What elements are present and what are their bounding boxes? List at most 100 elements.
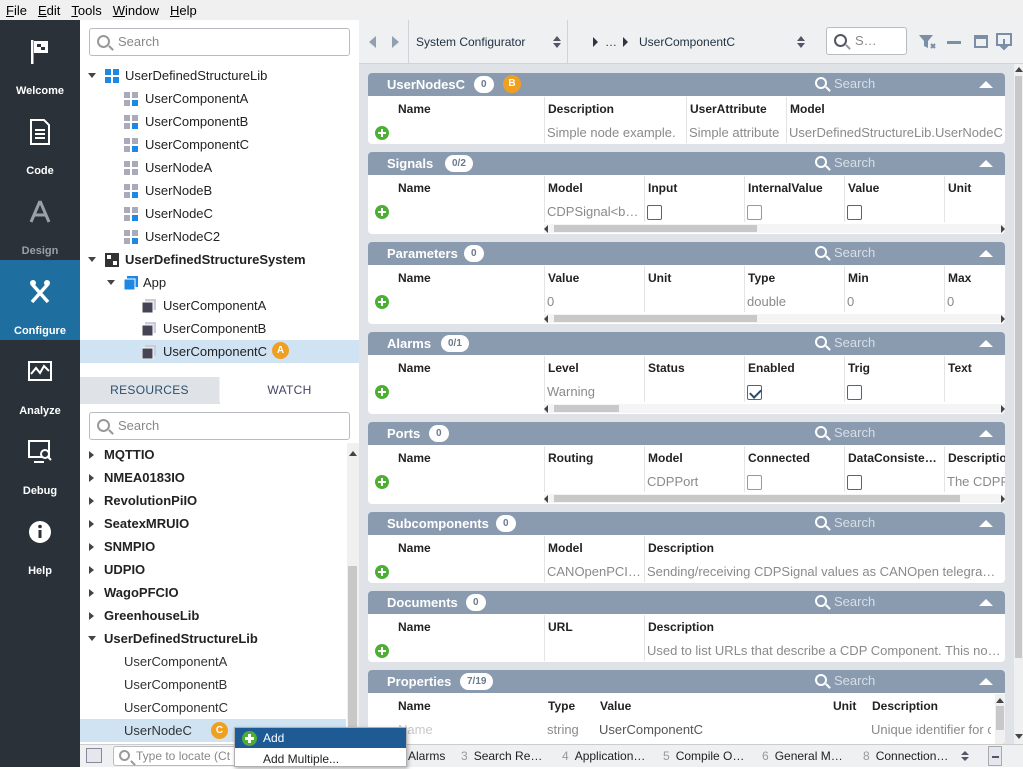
scroll-up-arrow[interactable] (996, 698, 1004, 703)
horizontal-scrollbar[interactable] (544, 224, 1005, 233)
filter-icon[interactable] (919, 34, 937, 50)
cell-max[interactable]: 0 (947, 294, 954, 309)
scroll-right-arrow[interactable] (1001, 495, 1005, 503)
column-header[interactable]: Name (398, 541, 431, 555)
horizontal-scrollbar[interactable] (544, 404, 1005, 413)
column-header[interactable]: Model (548, 541, 583, 555)
tree-item[interactable]: UserNodeC (80, 202, 359, 225)
panel-header[interactable]: Documents 0 Search (368, 591, 1005, 614)
scroll-right-arrow[interactable] (1001, 225, 1005, 233)
column-header[interactable]: Model (790, 102, 825, 116)
nav-configure[interactable]: Configure (0, 260, 80, 340)
value-checkbox[interactable] (847, 205, 862, 220)
panel-search[interactable]: Search (815, 245, 875, 260)
collapse-icon[interactable] (979, 678, 993, 685)
panel-search[interactable]: Search (815, 425, 875, 440)
tree-item[interactable]: UserComponentB (80, 317, 359, 340)
resource-item[interactable]: GreenhouseLib (80, 604, 346, 627)
resource-item[interactable]: WagoPFCIO (80, 581, 346, 604)
resource-item[interactable]: UserComponentB (80, 673, 346, 696)
properties-scrollbar[interactable] (995, 694, 1005, 744)
bottom-tab-application[interactable]: 4 Application… (562, 749, 645, 763)
column-header[interactable]: Input (648, 181, 677, 195)
chevron-down-icon[interactable] (107, 280, 115, 285)
enabled-checkbox[interactable] (747, 385, 762, 400)
collapse-icon[interactable] (979, 81, 993, 88)
chevron-right-icon[interactable] (89, 474, 94, 482)
cell-model[interactable]: CDPSignal<b… (547, 204, 642, 219)
toolbar-search-input[interactable]: S… (826, 27, 907, 55)
cell-description[interactable]: Sending/receiving CDPSignal values as CA… (647, 564, 1002, 579)
scroll-left-arrow[interactable] (544, 315, 548, 323)
chevron-right-icon[interactable] (89, 589, 94, 597)
resource-item[interactable]: UserComponentA (80, 650, 346, 673)
scroll-thumb[interactable] (554, 405, 619, 412)
editor-scrollbar[interactable] (1014, 64, 1023, 744)
column-header[interactable]: Routing (548, 451, 593, 465)
locate-input[interactable]: Type to locate (Ct (113, 746, 243, 766)
chevron-down-icon[interactable] (88, 73, 96, 78)
add-row-button[interactable] (375, 385, 389, 399)
panel-header[interactable]: UserNodesC 0 B Search (368, 73, 1005, 96)
cell-min[interactable]: 0 (847, 294, 854, 309)
column-header[interactable]: Unit (833, 699, 856, 713)
column-header[interactable]: Model (548, 181, 583, 195)
chevron-right-icon[interactable] (89, 566, 94, 574)
tree-item[interactable]: UserComponentC (80, 133, 359, 156)
dataconsistency-checkbox[interactable] (847, 475, 862, 490)
collapse-bottom-button[interactable] (988, 746, 1002, 766)
bottom-tab-search-results[interactable]: 3 Search Re… (461, 749, 542, 763)
column-header[interactable]: DataConsiste… (848, 451, 937, 465)
column-header[interactable]: Min (848, 271, 869, 285)
chevron-right-icon[interactable] (89, 543, 94, 551)
resource-item[interactable]: UDPIO (80, 558, 346, 581)
forward-arrow-icon[interactable] (392, 36, 399, 48)
menu-item-add-multiple[interactable]: Add Multiple... (235, 749, 406, 769)
scroll-up-arrow[interactable] (349, 451, 357, 456)
column-header[interactable]: Name (398, 620, 431, 634)
tree-search-input[interactable]: Search (89, 28, 350, 56)
cell-model[interactable]: CANOpenPCI… (547, 564, 642, 579)
collapse-icon[interactable] (979, 340, 993, 347)
tree-item[interactable]: UserComponentB (80, 110, 359, 133)
nav-help[interactable]: Help (0, 500, 80, 580)
column-header[interactable]: Status (648, 361, 685, 375)
resource-item[interactable]: SNMPIO (80, 535, 346, 558)
cell-description[interactable]: The CDPP (947, 474, 1005, 489)
cell-userattribute[interactable]: Simple attribute (689, 125, 779, 140)
resources-search-input[interactable]: Search (89, 412, 350, 440)
horizontal-scrollbar[interactable] (544, 314, 1005, 323)
tree-item-lib[interactable]: UserDefinedStructureLib (80, 64, 359, 87)
breadcrumb-current[interactable]: UserComponentC (639, 35, 735, 49)
panel-search[interactable]: Search (815, 76, 875, 91)
nav-design[interactable]: Design (0, 180, 80, 260)
menu-tools[interactable]: Tools (65, 3, 106, 18)
chevron-right-icon[interactable] (89, 612, 94, 620)
panel-header[interactable]: Subcomponents 0 Search (368, 512, 1005, 535)
scroll-thumb[interactable] (554, 225, 757, 232)
column-header[interactable]: Description (872, 699, 938, 713)
add-row-button[interactable] (375, 565, 389, 579)
tab-resources[interactable]: RESOURCES (80, 377, 219, 404)
resource-item[interactable]: MQTTIO (80, 443, 346, 466)
column-header[interactable]: Model (648, 451, 683, 465)
panel-search[interactable]: Search (815, 155, 875, 170)
collapse-icon[interactable] (979, 160, 993, 167)
breadcrumb-ellipsis[interactable]: … (605, 35, 617, 49)
panel-header[interactable]: Alarms 0/1 Search (368, 332, 1005, 355)
scroll-down-arrow[interactable] (1015, 734, 1023, 739)
chevron-down-icon[interactable] (88, 257, 96, 262)
bottom-tab-compile-output[interactable]: 5 Compile O… (663, 749, 744, 763)
scroll-thumb[interactable] (554, 495, 960, 502)
column-header[interactable]: Value (848, 181, 879, 195)
nav-analyze[interactable]: Analyze (0, 340, 80, 420)
column-header[interactable]: Level (548, 361, 579, 375)
updown-icon[interactable] (553, 36, 561, 48)
resource-item[interactable]: NMEA0183IO (80, 466, 346, 489)
column-header[interactable]: Description (548, 102, 614, 116)
cell-level[interactable]: Warning (547, 384, 595, 399)
resource-item[interactable]: UserDefinedStructureLib (80, 627, 346, 650)
column-header[interactable]: Enabled (748, 361, 795, 375)
maximize-icon[interactable] (974, 35, 988, 48)
tree-item[interactable]: UserNodeB (80, 179, 359, 202)
